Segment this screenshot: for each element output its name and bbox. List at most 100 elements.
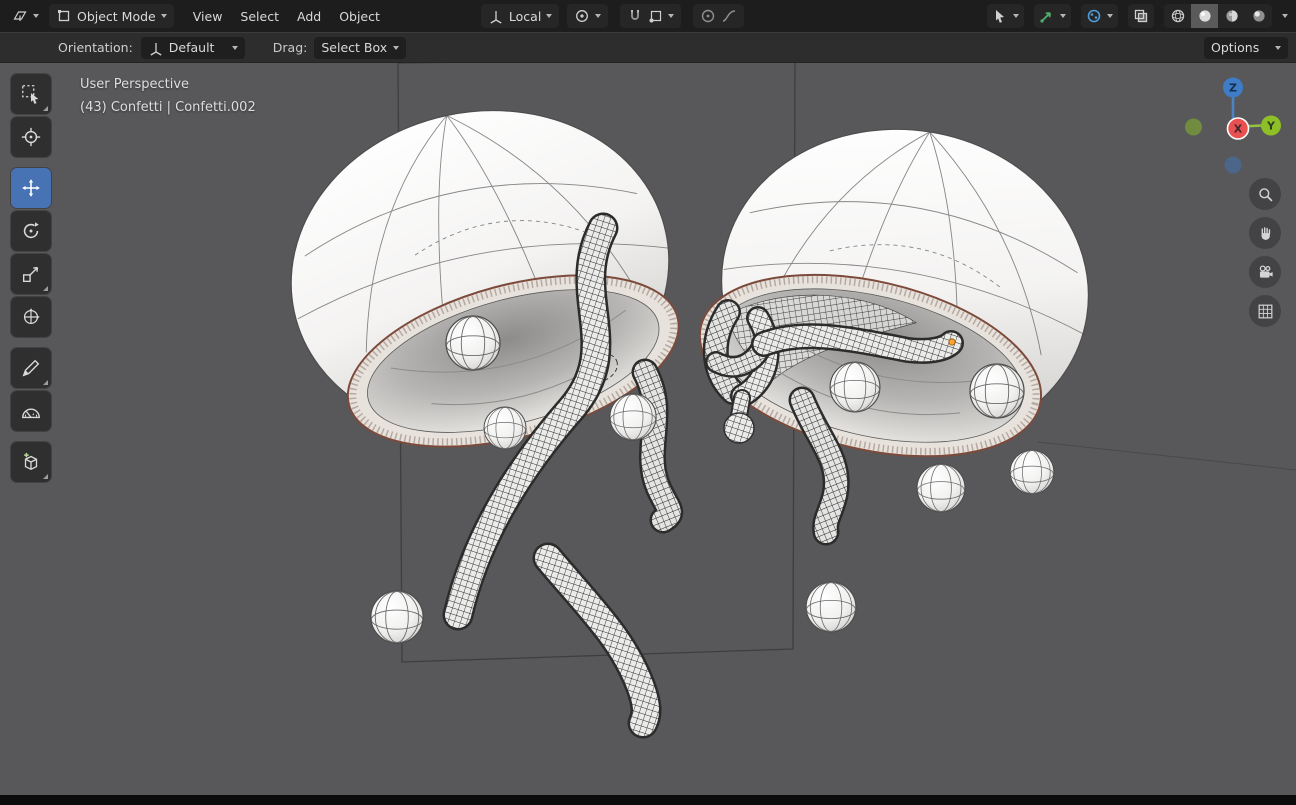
tool-scale[interactable] <box>11 254 51 294</box>
zoom-button[interactable] <box>1249 178 1281 210</box>
chevron-down-icon <box>546 14 552 18</box>
transform-orientation-label: Local <box>509 9 541 24</box>
active-object-label: (43) Confetti | Confetti.002 <box>80 100 256 115</box>
tool-select-box[interactable] <box>11 74 51 114</box>
show-gizmos-dropdown[interactable] <box>1034 4 1071 28</box>
snapping-group <box>620 4 681 28</box>
confetti-sphere[interactable] <box>484 407 526 449</box>
menu-select[interactable]: Select <box>231 5 288 28</box>
object-origin-dot <box>949 339 955 345</box>
chevron-down-icon <box>1275 46 1281 50</box>
tool-transform[interactable] <box>11 297 51 337</box>
wireframe-tube-into-right-cap[interactable] <box>764 336 951 351</box>
axis-y-label: Y <box>1266 120 1276 133</box>
tool-settings-bar: Orientation: Default Drag: Select Box Op… <box>0 32 1296 63</box>
proportional-falloff-dropdown[interactable] <box>721 8 737 24</box>
move-icon <box>20 177 42 199</box>
options-dropdown[interactable]: Options <box>1204 37 1288 59</box>
chevron-down-icon <box>232 46 238 50</box>
editor-type-3d-viewport-icon <box>12 8 28 24</box>
tool-move[interactable] <box>11 168 51 208</box>
magnet-icon <box>627 8 643 24</box>
chevron-down-icon <box>393 46 399 50</box>
pan-button[interactable] <box>1249 217 1281 249</box>
falloff-curve-icon <box>721 8 737 24</box>
axis-z-negative-handle[interactable] <box>1225 157 1242 174</box>
orientation-dropdown[interactable]: Default <box>141 37 245 59</box>
grid-icon <box>1256 302 1275 321</box>
shading-solid-button[interactable] <box>1191 4 1218 28</box>
confetti-sphere[interactable] <box>1010 450 1054 494</box>
confetti-sphere[interactable] <box>610 394 656 440</box>
transform-orientation-icon <box>148 40 164 56</box>
magnifier-icon <box>1256 185 1275 204</box>
show-overlays-dropdown[interactable] <box>1081 4 1118 28</box>
chevron-down-icon <box>595 14 601 18</box>
confetti-sphere[interactable] <box>830 362 880 412</box>
mode-dropdown[interactable]: Object Mode <box>49 4 174 28</box>
tool-cursor[interactable] <box>11 117 51 157</box>
chevron-down-icon[interactable] <box>1282 14 1288 18</box>
ortho-toggle-button[interactable] <box>1249 295 1281 327</box>
wireframe-tube-left-curl[interactable] <box>645 372 670 520</box>
toolbar <box>11 74 53 485</box>
pointer-icon <box>992 8 1008 24</box>
menu-bar: View Select Add Object <box>184 5 389 28</box>
navigation-gizmo[interactable]: Z Y X <box>1183 77 1283 177</box>
object-types-visibility-dropdown[interactable] <box>987 4 1024 28</box>
transform-orientation-dropdown[interactable]: Local <box>481 4 559 28</box>
rendered-shading-icon <box>1251 8 1267 24</box>
pivot-point-dropdown[interactable] <box>567 4 608 28</box>
3d-cursor-icon <box>20 126 42 148</box>
mode-dropdown-label: Object Mode <box>77 9 156 24</box>
chevron-down-icon <box>1060 14 1066 18</box>
scale-icon <box>20 263 42 285</box>
tool-add-cube[interactable] <box>11 442 51 482</box>
overlays-toggle-icon <box>1086 8 1102 24</box>
confetti-sphere[interactable] <box>970 364 1024 418</box>
chevron-down-icon <box>161 14 167 18</box>
add-cube-icon <box>20 451 42 473</box>
axis-y-negative-handle[interactable] <box>1185 119 1202 136</box>
proportional-edit-group <box>693 4 744 28</box>
confetti-sphere[interactable] <box>806 582 856 632</box>
axis-x-label: X <box>1234 123 1243 136</box>
toggle-xray-button[interactable] <box>1128 4 1154 28</box>
editor-type-button[interactable] <box>8 4 43 28</box>
snap-target-dropdown[interactable] <box>648 8 674 24</box>
shading-rendered-button[interactable] <box>1245 4 1272 28</box>
proportional-edit-icon <box>700 8 716 24</box>
drag-mode-value: Select Box <box>321 40 387 55</box>
tool-measure[interactable] <box>11 391 51 431</box>
object-mode-icon <box>56 8 72 24</box>
menu-object[interactable]: Object <box>330 5 389 28</box>
shading-material-button[interactable] <box>1218 4 1245 28</box>
viewport-shading-group <box>1164 4 1272 28</box>
wireframe-ball[interactable] <box>724 413 754 443</box>
chevron-down-icon <box>33 14 39 18</box>
confetti-sphere[interactable] <box>371 591 423 643</box>
shading-wireframe-button[interactable] <box>1164 4 1191 28</box>
menu-view[interactable]: View <box>184 5 232 28</box>
view-perspective-label: User Perspective <box>80 77 189 92</box>
tool-annotate[interactable] <box>11 348 51 388</box>
solid-shading-icon <box>1197 8 1213 24</box>
confetti-sphere[interactable] <box>917 464 965 512</box>
orientation-value: Default <box>169 40 215 55</box>
pivot-point-icon <box>574 8 590 24</box>
drag-mode-dropdown[interactable]: Select Box <box>314 37 406 59</box>
snap-toggle-button[interactable] <box>627 8 643 24</box>
chevron-down-icon <box>1013 14 1019 18</box>
confetti-sphere[interactable] <box>446 316 500 370</box>
transform-orientation-icon <box>488 8 504 24</box>
proportional-edit-toggle[interactable] <box>700 8 716 24</box>
hand-icon <box>1256 224 1275 243</box>
wireframe-shading-icon <box>1170 8 1186 24</box>
tool-rotate[interactable] <box>11 211 51 251</box>
menu-add[interactable]: Add <box>288 5 330 28</box>
3d-scene[interactable] <box>0 0 1296 805</box>
rotate-icon <box>20 220 42 242</box>
transform-icon <box>20 306 42 328</box>
camera-view-button[interactable] <box>1249 256 1281 288</box>
camera-icon <box>1256 263 1275 282</box>
